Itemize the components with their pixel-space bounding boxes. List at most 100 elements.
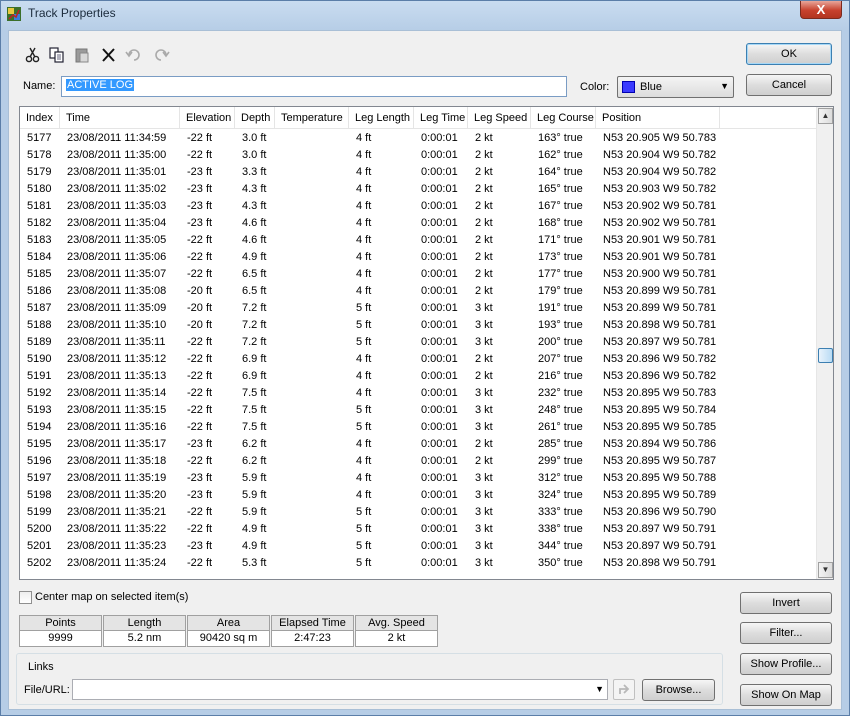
table-row[interactable]: 5183 23/08/2011 11:35:05 -22 ft 4.6 ft 4 ft 0…	[20, 232, 817, 249]
cell-leg-length: 4 ft	[356, 149, 372, 161]
table-row[interactable]: 5180 23/08/2011 11:35:02 -23 ft 4.3 ft 4 ft 0…	[20, 181, 817, 198]
stat-header-length: Length	[103, 615, 186, 631]
table-row[interactable]: 5178 23/08/2011 11:35:00 -22 ft 3.0 ft 4 ft 0…	[20, 147, 817, 164]
cell-leg-speed: 2 kt	[475, 149, 493, 161]
center-map-checkbox[interactable]	[19, 591, 32, 604]
cell-temperature	[275, 164, 349, 181]
cell-leg-length: 5 ft	[356, 557, 372, 569]
column-header-position[interactable]: Position	[596, 107, 720, 129]
cell-time: 23/08/2011 11:35:06	[67, 251, 167, 263]
chevron-down-icon: ▼	[720, 81, 729, 91]
scroll-thumb[interactable]	[818, 348, 833, 363]
table-row[interactable]: 5182 23/08/2011 11:35:04 -23 ft 4.6 ft 4 ft 0…	[20, 215, 817, 232]
cell-time: 23/08/2011 11:35:07	[67, 268, 167, 280]
cell-leg-length: 4 ft	[356, 438, 372, 450]
title-bar[interactable]: Track Properties X	[1, 1, 849, 27]
cell-index: 5177	[27, 132, 52, 144]
table-row[interactable]: 5184 23/08/2011 11:35:06 -22 ft 4.9 ft 4 ft 0…	[20, 249, 817, 266]
color-select[interactable]: Blue ▼	[617, 76, 734, 98]
column-header-leg-time[interactable]: Leg Time	[414, 107, 468, 129]
copy-icon[interactable]	[47, 46, 67, 64]
stat-header-avg-speed: Avg. Speed	[355, 615, 438, 631]
scroll-down-icon[interactable]: ▼	[818, 562, 833, 578]
cell-leg-speed: 2 kt	[475, 217, 493, 229]
cell-temperature	[275, 300, 349, 317]
paste-icon[interactable]	[73, 46, 93, 64]
column-header-leg-course[interactable]: Leg Course	[531, 107, 596, 129]
cell-leg-speed: 3 kt	[475, 506, 493, 518]
redo-icon[interactable]	[151, 46, 171, 64]
table-row[interactable]: 5199 23/08/2011 11:35:21 -22 ft 5.9 ft 5 ft 0…	[20, 504, 817, 521]
table-row[interactable]: 5187 23/08/2011 11:35:09 -20 ft 7.2 ft 5 ft 0…	[20, 300, 817, 317]
table-row[interactable]: 5191 23/08/2011 11:35:13 -22 ft 6.9 ft 4 ft 0…	[20, 368, 817, 385]
cell-depth: 5.9 ft	[242, 506, 267, 518]
cell-elevation: -20 ft	[187, 319, 213, 331]
table-row[interactable]: 5194 23/08/2011 11:35:16 -22 ft 7.5 ft 5 ft 0…	[20, 419, 817, 436]
table-row[interactable]: 5193 23/08/2011 11:35:15 -22 ft 7.5 ft 5 ft 0…	[20, 402, 817, 419]
cell-leg-course: 173° true	[538, 251, 583, 263]
ok-button[interactable]: OK	[746, 43, 832, 65]
cell-position: N53 20.899 W9 50.781	[603, 285, 717, 297]
open-link-icon[interactable]	[613, 679, 635, 700]
cell-depth: 4.3 ft	[242, 200, 267, 212]
file-url-field[interactable]: ▼	[72, 679, 608, 700]
close-button[interactable]: X	[800, 1, 842, 19]
cell-index: 5191	[27, 370, 52, 382]
table-row[interactable]: 5185 23/08/2011 11:35:07 -22 ft 6.5 ft 4 ft 0…	[20, 266, 817, 283]
show-profile-button[interactable]: Show Profile...	[740, 653, 832, 675]
cell-leg-time: 0:00:01	[421, 540, 458, 552]
name-field[interactable]: ACTIVE LOG	[61, 76, 567, 97]
cell-elevation: -22 ft	[187, 234, 213, 246]
cell-temperature	[275, 453, 349, 470]
chevron-down-icon[interactable]: ▼	[595, 684, 604, 694]
vertical-scrollbar[interactable]: ▲ ▼	[816, 107, 833, 579]
cancel-button[interactable]: Cancel	[746, 74, 832, 96]
column-header-depth[interactable]: Depth	[235, 107, 275, 129]
cut-icon[interactable]	[23, 46, 43, 64]
cell-time: 23/08/2011 11:35:10	[67, 319, 167, 331]
cell-leg-speed: 3 kt	[475, 421, 493, 433]
scroll-up-icon[interactable]: ▲	[818, 108, 833, 124]
table-row[interactable]: 5202 23/08/2011 11:35:24 -22 ft 5.3 ft 5 ft 0…	[20, 555, 817, 572]
table-row[interactable]: 5177 23/08/2011 11:34:59 -22 ft 3.0 ft 4 ft 0…	[20, 130, 817, 147]
cell-position: N53 20.903 W9 50.782	[603, 183, 717, 195]
filter-button[interactable]: Filter...	[740, 622, 832, 644]
table-row[interactable]: 5197 23/08/2011 11:35:19 -23 ft 5.9 ft 4 ft 0…	[20, 470, 817, 487]
cell-leg-length: 4 ft	[356, 489, 372, 501]
column-header-elevation[interactable]: Elevation	[180, 107, 235, 129]
table-row[interactable]: 5200 23/08/2011 11:35:22 -22 ft 4.9 ft 5 ft 0…	[20, 521, 817, 538]
table-row[interactable]: 5189 23/08/2011 11:35:11 -22 ft 7.2 ft 5 ft 0…	[20, 334, 817, 351]
cell-leg-length: 4 ft	[356, 472, 372, 484]
table-row[interactable]: 5196 23/08/2011 11:35:18 -22 ft 6.2 ft 4 ft 0…	[20, 453, 817, 470]
table-row[interactable]: 5192 23/08/2011 11:35:14 -22 ft 7.5 ft 4 ft 0…	[20, 385, 817, 402]
column-header-time[interactable]: Time	[60, 107, 180, 129]
table-row[interactable]: 5186 23/08/2011 11:35:08 -20 ft 6.5 ft 4 ft 0…	[20, 283, 817, 300]
cell-leg-course: 312° true	[538, 472, 583, 484]
table-row[interactable]: 5190 23/08/2011 11:35:12 -22 ft 6.9 ft 4 ft 0…	[20, 351, 817, 368]
show-on-map-button[interactable]: Show On Map	[740, 684, 832, 706]
column-header-leg-speed[interactable]: Leg Speed	[468, 107, 531, 129]
cell-depth: 7.2 ft	[242, 302, 267, 314]
cell-leg-length: 5 ft	[356, 540, 372, 552]
column-header-leg-length[interactable]: Leg Length	[349, 107, 414, 129]
cell-leg-speed: 2 kt	[475, 268, 493, 280]
undo-icon[interactable]	[124, 46, 144, 64]
table-row[interactable]: 5201 23/08/2011 11:35:23 -23 ft 4.9 ft 5 ft 0…	[20, 538, 817, 555]
cell-time: 23/08/2011 11:35:12	[67, 353, 167, 365]
table-row[interactable]: 5181 23/08/2011 11:35:03 -23 ft 4.3 ft 4 ft 0…	[20, 198, 817, 215]
delete-icon[interactable]	[99, 46, 119, 64]
column-header-index[interactable]: Index	[20, 107, 60, 129]
invert-button[interactable]: Invert	[740, 592, 832, 614]
table-row[interactable]: 5188 23/08/2011 11:35:10 -20 ft 7.2 ft 5 ft 0…	[20, 317, 817, 334]
table-row[interactable]: 5179 23/08/2011 11:35:01 -23 ft 3.3 ft 4 ft 0…	[20, 164, 817, 181]
cell-leg-length: 4 ft	[356, 234, 372, 246]
cell-leg-time: 0:00:01	[421, 404, 458, 416]
cell-depth: 7.2 ft	[242, 319, 267, 331]
column-header-temperature[interactable]: Temperature	[275, 107, 349, 129]
browse-button[interactable]: Browse...	[642, 679, 715, 701]
cell-depth: 4.3 ft	[242, 183, 267, 195]
table-row[interactable]: 5198 23/08/2011 11:35:20 -23 ft 5.9 ft 4 ft 0…	[20, 487, 817, 504]
track-points-table[interactable]: Index Time Elevation Depth Temperature Leg Le…	[19, 106, 834, 580]
cell-leg-time: 0:00:01	[421, 557, 458, 569]
table-row[interactable]: 5195 23/08/2011 11:35:17 -23 ft 6.2 ft 4 ft 0…	[20, 436, 817, 453]
